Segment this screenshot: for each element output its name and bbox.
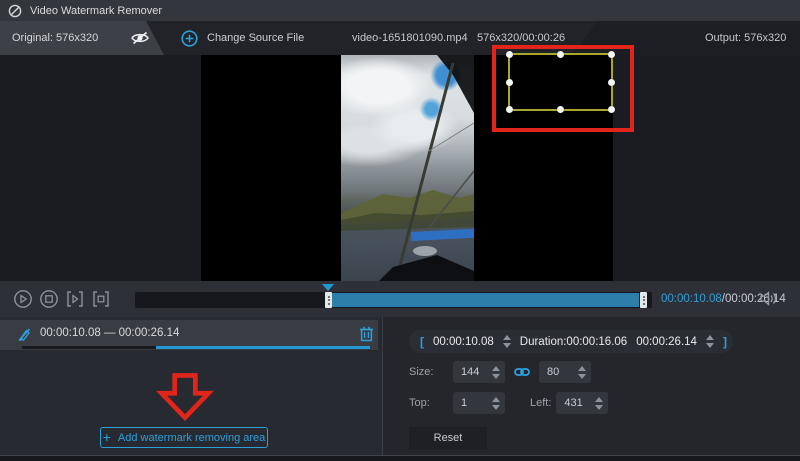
duration-label: Duration:00:00:16.06: [520, 336, 627, 348]
selection-handle-sw[interactable]: [506, 106, 513, 113]
end-time-value[interactable]: 00:00:26.14: [636, 336, 697, 348]
top-input[interactable]: [453, 397, 483, 409]
height-field[interactable]: [539, 361, 591, 383]
video-preview: [341, 55, 474, 281]
spin-down-icon[interactable]: [706, 343, 714, 348]
selection-handle-se[interactable]: [608, 106, 615, 113]
time-range-editor: [ 00:00:10.08 Duration:00:00:16.06 00:00…: [409, 330, 733, 353]
timeline-track[interactable]: [135, 292, 652, 308]
annotation-arrow-icon: [155, 372, 215, 425]
left-input[interactable]: [556, 397, 586, 409]
spin-up-icon[interactable]: [492, 366, 500, 371]
change-source-file-button[interactable]: Change Source File: [181, 21, 304, 55]
frame-capture-button[interactable]: [91, 289, 111, 309]
add-watermark-area-button[interactable]: + Add watermark removing area: [100, 427, 268, 448]
watermark-selection-box[interactable]: [508, 53, 613, 111]
selection-handle-e[interactable]: [608, 79, 615, 86]
transport-bar: 00:00:10.08/00:00:26.14: [0, 281, 800, 317]
spin-up-icon[interactable]: [706, 335, 714, 340]
play-button[interactable]: [13, 289, 33, 309]
top-spinner[interactable]: [492, 397, 500, 410]
reset-button[interactable]: Reset: [409, 427, 487, 449]
preview-original-eye-icon[interactable]: [128, 28, 152, 51]
plus-icon: +: [103, 430, 111, 444]
add-circle-icon: [181, 30, 198, 47]
selection-handle-w[interactable]: [506, 79, 513, 86]
selection-handle-nw[interactable]: [506, 51, 513, 58]
app-logo-icon: [8, 4, 22, 18]
title-bar: Video Watermark Remover: [0, 0, 800, 21]
end-time-spinner[interactable]: [706, 335, 714, 348]
output-size-label: Output: 576x320: [705, 21, 786, 55]
spin-up-icon[interactable]: [503, 335, 511, 340]
item-range-bar: [22, 346, 370, 349]
bottom-edge-bar: [0, 455, 800, 461]
volume-icon[interactable]: [759, 290, 778, 310]
spin-down-icon[interactable]: [503, 343, 511, 348]
start-time-value[interactable]: 00:00:10.08: [433, 336, 494, 348]
timeline-end-handle[interactable]: [640, 292, 647, 308]
timeline-start-handle[interactable]: [325, 292, 332, 308]
width-input[interactable]: [453, 366, 483, 378]
current-time: 00:00:10.08: [661, 293, 722, 305]
item-range-before: [22, 346, 156, 349]
left-label: Left:: [530, 397, 551, 409]
set-start-bracket-button[interactable]: [: [420, 335, 424, 349]
spin-up-icon[interactable]: [578, 366, 586, 371]
watermark-item-icon: [17, 326, 32, 345]
link-dimensions-icon[interactable]: [514, 366, 530, 378]
playhead-marker[interactable]: [322, 284, 334, 291]
timeline-selected-range[interactable]: [332, 293, 639, 307]
position-row: Top: Left:: [409, 392, 608, 414]
spin-up-icon[interactable]: [492, 397, 500, 402]
watermark-areas-panel: 00:00:10.08 — 00:00:26.14 +: [0, 317, 382, 455]
play-selection-button[interactable]: [65, 289, 85, 309]
watermark-item-time-range: 00:00:10.08 — 00:00:26.14: [40, 320, 179, 346]
top-field[interactable]: [453, 392, 505, 414]
window-title: Video Watermark Remover: [30, 5, 162, 17]
width-field[interactable]: [453, 361, 505, 383]
delete-area-icon[interactable]: [359, 325, 374, 345]
add-area-label: Add watermark removing area: [118, 432, 265, 444]
selection-handle-s[interactable]: [557, 106, 564, 113]
change-source-label: Change Source File: [207, 32, 304, 44]
stop-button[interactable]: [39, 289, 59, 309]
spin-down-icon[interactable]: [595, 405, 603, 410]
spin-down-icon[interactable]: [492, 405, 500, 410]
item-range-selected: [156, 346, 370, 349]
left-spinner[interactable]: [595, 397, 603, 410]
video-filename: video-1651801090.mp4: [352, 21, 468, 55]
width-spinner[interactable]: [492, 366, 500, 379]
height-input[interactable]: [539, 366, 569, 378]
selection-handle-n[interactable]: [557, 51, 564, 58]
video-watermark-remover-window: Video Watermark Remover Original: 576x32…: [0, 0, 800, 461]
selection-handle-ne[interactable]: [608, 51, 615, 58]
spin-down-icon[interactable]: [492, 374, 500, 379]
spin-up-icon[interactable]: [595, 397, 603, 402]
size-row: Size:: [409, 361, 591, 383]
area-settings-panel: [ 00:00:10.08 Duration:00:00:16.06 00:00…: [383, 317, 800, 455]
set-end-bracket-button[interactable]: ]: [723, 335, 727, 349]
toolbar: Original: 576x320 Change Source File vid…: [0, 21, 800, 55]
size-label: Size:: [409, 366, 441, 378]
start-time-spinner[interactable]: [503, 335, 511, 348]
left-field[interactable]: [556, 392, 608, 414]
original-size-label: Original: 576x320: [12, 32, 98, 44]
spin-down-icon[interactable]: [578, 374, 586, 379]
preview-stage: [0, 55, 800, 281]
top-label: Top:: [409, 397, 441, 409]
height-spinner[interactable]: [578, 366, 586, 379]
